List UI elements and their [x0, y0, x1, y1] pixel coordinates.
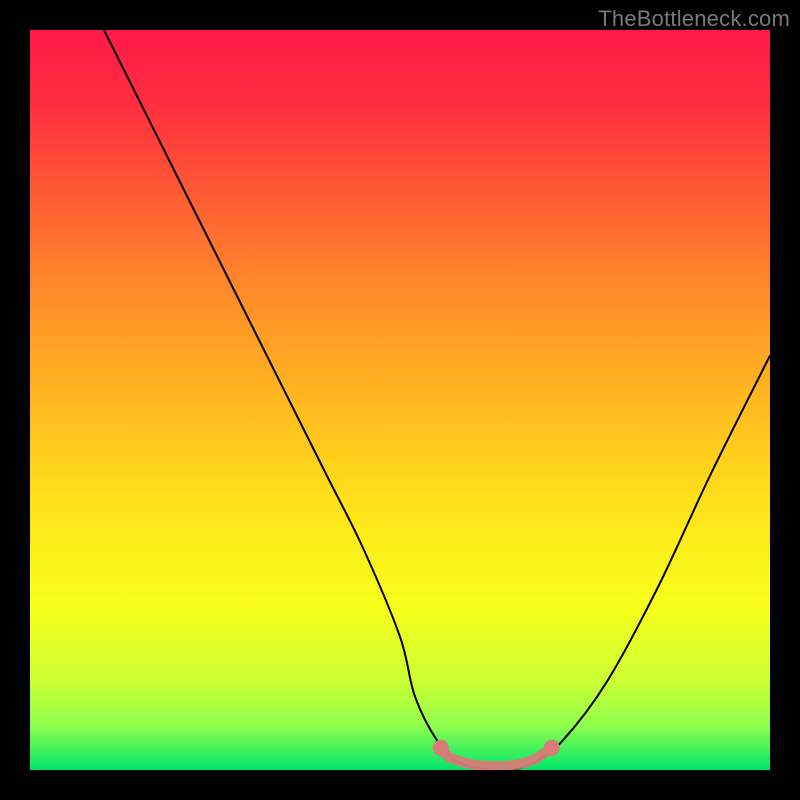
- chart-frame: TheBottleneck.com: [0, 0, 800, 800]
- chart-svg: [30, 30, 770, 770]
- watermark-text: TheBottleneck.com: [598, 6, 790, 32]
- plot-area: [30, 30, 770, 770]
- gradient-bg: [30, 30, 770, 770]
